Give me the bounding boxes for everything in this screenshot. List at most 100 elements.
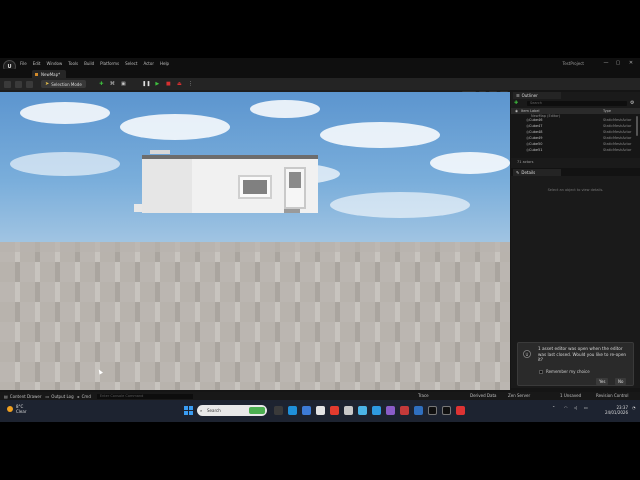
menu-file[interactable]: File — [20, 61, 27, 66]
notepad-icon[interactable] — [316, 406, 325, 415]
app-blue-icon[interactable] — [358, 406, 367, 415]
app-crimson-icon[interactable] — [400, 406, 409, 415]
save-icon[interactable] — [4, 80, 11, 88]
outliner-icon: ☰ — [516, 93, 520, 98]
notification-bell-icon[interactable]: ◔ — [632, 405, 636, 410]
outliner-settings-icon[interactable]: ⚙ — [630, 100, 634, 106]
add-filter-icon[interactable]: ✚ — [514, 100, 518, 106]
details-empty-message: Select an object to view details. — [547, 188, 604, 192]
blueprint-icon[interactable]: ⌘ — [109, 81, 116, 88]
revision-control-button[interactable]: Revision Control — [596, 393, 628, 398]
list-item[interactable]: ◎ Cube50 StaticMeshActor — [511, 142, 635, 147]
no-button[interactable]: No — [615, 378, 627, 385]
console-command-input[interactable]: Enter Console Command — [96, 393, 193, 399]
building-mesh[interactable] — [142, 155, 318, 213]
unsaved-button[interactable]: 1 Unsaved — [560, 393, 581, 398]
menu-bar: U File Edit Window Tools Build Platforms… — [0, 58, 640, 73]
derived-data-button[interactable]: Derived Data — [470, 393, 497, 398]
eject-button[interactable]: ⏏ — [176, 81, 183, 88]
play-button[interactable]: ▶ — [154, 81, 161, 88]
level-viewport[interactable] — [0, 92, 510, 390]
status-bar: ▤ Content Drawer ▭ Output Log ▸ Cmd Ente… — [0, 392, 640, 400]
list-item[interactable]: ◎ Cube47 StaticMeshActor — [511, 124, 635, 129]
visibility-eye-icon[interactable]: ◉ — [515, 109, 518, 113]
quick-add-icon[interactable] — [26, 80, 33, 88]
maximize-button[interactable]: ▢ — [614, 60, 622, 66]
menu-platforms[interactable]: Platforms — [100, 61, 119, 66]
menu-select[interactable]: Select — [125, 61, 137, 66]
level-icon — [35, 72, 38, 76]
minimize-button[interactable]: — — [602, 60, 610, 66]
content-browser-icon[interactable] — [15, 80, 22, 88]
yes-button[interactable]: Yes — [596, 378, 609, 385]
menu-edit[interactable]: Edit — [33, 61, 41, 66]
outliner-scrollbar[interactable] — [636, 116, 638, 136]
menu-actor[interactable]: Actor — [143, 61, 154, 66]
unreal-editor-window: U File Edit Window Tools Build Platforms… — [0, 58, 640, 422]
reopen-assets-notification: U 1 asset editor was open when the edito… — [517, 342, 634, 386]
app-purple-icon[interactable] — [386, 406, 395, 415]
unreal-editor-taskbar-icon[interactable] — [442, 406, 451, 415]
cloud — [330, 192, 470, 218]
clock[interactable]: 23:37 24/01/2026 — [600, 405, 628, 415]
trace-button[interactable]: Trace — [418, 393, 429, 398]
col-item-label[interactable]: Item Label — [521, 109, 540, 113]
checkbox-box[interactable] — [539, 369, 543, 374]
search-highlight-badge — [249, 407, 265, 414]
add-actor-icon[interactable]: ✚ — [98, 81, 105, 88]
wifi-icon[interactable]: ◠ — [564, 405, 568, 410]
list-item[interactable]: ◎ Cube51 StaticMeshActor — [511, 148, 635, 153]
pause-button[interactable]: ❚❚ — [142, 81, 150, 88]
taskbar-search[interactable]: ⌕ Search — [197, 405, 267, 416]
small-cube[interactable] — [134, 204, 142, 212]
selection-mode-dropdown[interactable]: ➤ Selection Mode — [41, 80, 86, 88]
checker-floor — [0, 242, 510, 390]
cloud — [120, 114, 230, 140]
windows-start-icon[interactable] — [184, 406, 193, 415]
list-item[interactable]: ◎ Cube49 StaticMeshActor — [511, 136, 635, 141]
task-view-icon[interactable] — [274, 406, 283, 415]
stop-button[interactable]: ■ — [165, 81, 172, 88]
details-tab-label: Details — [521, 170, 536, 175]
content-drawer-button[interactable]: ▤ Content Drawer — [4, 394, 42, 399]
cloud — [20, 102, 110, 124]
edge-icon[interactable] — [288, 406, 297, 415]
unreal-taskbar-icon[interactable] — [428, 406, 437, 415]
list-item[interactable]: ◎ Cube48 StaticMeshActor — [511, 130, 635, 135]
zen-server-button[interactable]: Zen Server — [508, 393, 530, 398]
list-item[interactable]: ◎ Cube46 StaticMeshActor — [511, 118, 635, 123]
menu-window[interactable]: Window — [46, 61, 62, 66]
app-gray-icon[interactable] — [344, 406, 353, 415]
play-options-icon[interactable]: ⋮ — [187, 81, 194, 88]
store-icon[interactable] — [302, 406, 311, 415]
notification-message: 1 asset editor was open when the editor … — [538, 346, 627, 362]
details-tab-bar: ✎ Details — [511, 168, 640, 176]
app-navy-icon[interactable] — [414, 406, 423, 415]
tab-outliner[interactable]: ☰ Outliner — [513, 92, 561, 99]
main-toolbar: ➤ Selection Mode ✚ ⌘ ▣ ❚❚ ▶ ■ ⏏ ⋮ — [0, 78, 640, 90]
weather-widget[interactable]: 8°C Clear — [16, 404, 26, 414]
cmd-dropdown[interactable]: ▸ Cmd — [78, 394, 91, 399]
menu-help[interactable]: Help — [160, 61, 169, 66]
tab-details[interactable]: ✎ Details — [513, 169, 561, 176]
volume-icon[interactable]: ◁ — [574, 405, 577, 410]
menu-tools[interactable]: Tools — [68, 61, 78, 66]
close-button[interactable]: ✕ — [627, 60, 635, 66]
outliner-toolbar: ✚ Search ⚙ — [511, 100, 640, 107]
app-cyan-icon[interactable] — [372, 406, 381, 415]
menu-build[interactable]: Build — [84, 61, 94, 66]
cinematics-icon[interactable]: ▣ — [120, 81, 127, 88]
letterbox-bottom — [0, 422, 640, 480]
battery-icon[interactable]: ▭ — [584, 405, 588, 410]
tray-chevron-icon[interactable]: ⌃ — [552, 405, 555, 410]
building-window — [238, 175, 272, 199]
remember-choice-label: Remember my choice — [546, 369, 590, 374]
content-drawer-icon: ▤ — [4, 393, 8, 399]
remember-choice-checkbox[interactable]: Remember my choice — [539, 369, 590, 374]
outliner-search-input[interactable]: Search — [527, 101, 627, 106]
app-red-icon[interactable] — [330, 406, 339, 415]
col-type[interactable]: Type — [603, 109, 611, 113]
output-log-button[interactable]: ▭ Output Log — [46, 394, 74, 399]
tab-newmap[interactable]: NewMap* — [32, 70, 66, 78]
app-recorder-icon[interactable] — [456, 406, 465, 415]
